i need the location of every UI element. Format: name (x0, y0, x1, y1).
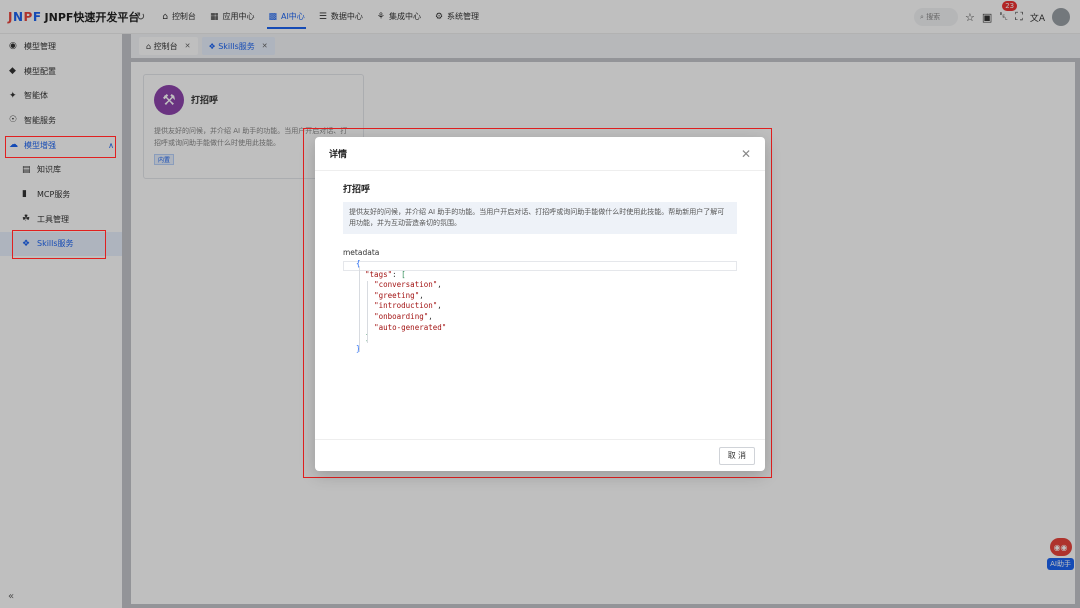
annotation-box-skills-service (12, 230, 106, 259)
skill-name: 打招呼 (343, 185, 371, 195)
modal-footer: 取 消 (315, 439, 765, 471)
annotation-box-model-enhancement (5, 136, 116, 158)
modal-header: 详情 ✕ (315, 137, 765, 171)
code-line: "conversation", (374, 280, 442, 290)
json-value: "greeting" (374, 290, 420, 300)
modal-title: 详情 (329, 150, 348, 160)
code-line: "auto-generated" (356, 323, 446, 334)
code-line: } (356, 344, 446, 355)
json-key: "tags" (365, 269, 393, 279)
indent-guide (359, 266, 360, 352)
metadata-label: metadata (343, 248, 380, 257)
metadata-code: { "tags": [ "conversation", "greeting", … (356, 259, 446, 354)
skill-description: 提供友好的问候，并介绍 AI 助手的功能。当用户开启对话、打招呼或询问助手能做什… (343, 202, 737, 234)
code-line: "introduction", (374, 301, 442, 311)
cancel-button[interactable]: 取 消 (718, 446, 755, 465)
indent-guide (367, 281, 368, 343)
code-line: { (356, 259, 361, 268)
json-value: "auto-generated" (374, 322, 447, 332)
code-line: "tags": [ (365, 269, 406, 279)
code-line: "onboarding", (374, 311, 433, 321)
code-line: "greeting", (374, 290, 424, 300)
code-line: ] (356, 333, 446, 344)
json-value: "conversation" (374, 280, 438, 290)
json-value: "onboarding" (374, 311, 429, 321)
json-value: "introduction" (374, 301, 438, 311)
close-icon[interactable]: ✕ (741, 147, 751, 161)
modal-body: 打招呼 提供友好的问候，并介绍 AI 助手的功能。当用户开启对话、打招呼或询问助… (315, 171, 765, 271)
